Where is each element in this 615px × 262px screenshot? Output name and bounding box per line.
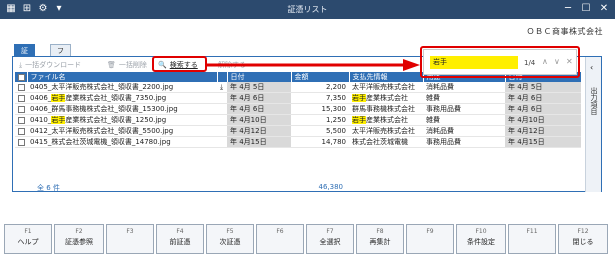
use-cell: 雑費	[423, 114, 505, 126]
trash-icon: 🗑	[107, 61, 116, 69]
table-row[interactable]: 0415_株式会社茨城電機_領収書_14780.jpg 年 4月15日 14,7…	[15, 136, 581, 148]
select-all-checkbox[interactable]	[15, 72, 28, 82]
col-date[interactable]: 日付	[227, 72, 292, 82]
row-checkbox[interactable]	[18, 138, 25, 146]
table-row[interactable]: 0406_群馬事務機株式会社_領収書_15300.jpg 年 4月 6日 15,…	[15, 103, 581, 115]
vendor-cell: 株式会社茨城電機	[349, 136, 423, 148]
f4-prev-voucher-button[interactable]: F4 前証憑	[156, 224, 204, 254]
tab-file-link[interactable]: ファイルリンク	[50, 44, 71, 127]
vendor-cell: 群馬事務機株式会社	[349, 103, 423, 115]
row-checkbox[interactable]	[18, 127, 25, 135]
filename-cell: 0406_岩手産業株式会社_領収書_7350.jpg	[27, 92, 217, 104]
close-icon[interactable]: ✕	[596, 2, 612, 16]
f1-help-button[interactable]: F1 ヘルプ	[4, 224, 52, 254]
f12-close-button[interactable]: F12 閉じる	[558, 224, 608, 254]
date2-cell: 年 4月 6日	[505, 92, 581, 104]
function-key-bar: F1 ヘルプ F2 証憑参照 F3 F4 前証憑 F5 次証憑 F6 F7 全選択 F8 再…	[4, 224, 611, 256]
total-amount: 46,380	[318, 183, 344, 191]
amount-cell: 7,350	[291, 92, 349, 104]
table-row[interactable]: 0406_岩手産業株式会社_領収書_7350.jpg 年 4月 6日 7,350…	[15, 92, 581, 104]
arrow-right-icon	[205, 59, 420, 71]
output-items-panel[interactable]: ‹ 出力項目	[585, 57, 601, 192]
find-prev-icon[interactable]: ∧	[542, 57, 548, 66]
voucher-table: ファイル名 日付 金額 支払先情報 用途 日付 0405_太平洋販売株式会社_領…	[15, 72, 582, 148]
total-count: 全 6 件	[37, 184, 60, 192]
row-checkbox[interactable]	[18, 94, 25, 102]
vendor-cell: 太平洋販売株式会社	[349, 82, 423, 93]
row-checkbox[interactable]	[18, 83, 25, 91]
use-cell: 事務用品費	[423, 103, 505, 115]
bulk-delete-button[interactable]: 🗑 一括削除	[107, 60, 147, 70]
row-checkbox[interactable]	[18, 116, 25, 124]
f7-select-all-button[interactable]: F7 全選択	[306, 224, 354, 254]
download-icon[interactable]: ⤓	[217, 82, 227, 93]
filename-cell: 0415_株式会社茨城電機_領収書_14780.jpg	[27, 136, 217, 148]
maximize-icon[interactable]: ☐	[578, 2, 594, 16]
filename-cell: 0405_太平洋販売株式会社_領収書_2200.jpg	[27, 82, 217, 93]
amount-cell: 14,780	[291, 136, 349, 148]
f3-button[interactable]: F3	[106, 224, 154, 254]
table-row[interactable]: 0410_岩手産業株式会社_領収書_1250.jpg 年 4月10日 1,250…	[15, 114, 581, 126]
row-checkbox[interactable]	[18, 105, 25, 113]
table-row[interactable]: 0412_太平洋販売株式会社_領収書_5500.jpg 年 4月12日 5,50…	[15, 125, 581, 137]
f8-recalc-button[interactable]: F8 再集計	[356, 224, 404, 254]
vendor-cell: 岩手産業株式会社	[349, 114, 423, 126]
use-cell: 消耗品費	[423, 125, 505, 137]
find-bar: 岩手 1/4 ∧ ∨ ✕	[423, 49, 577, 75]
date-cell: 年 4月10日	[227, 114, 291, 126]
f2-voucher-ref-button[interactable]: F2 証憑参照	[54, 224, 104, 254]
f6-button[interactable]: F6	[256, 224, 304, 254]
filename-cell: 0412_太平洋販売株式会社_領収書_5500.jpg	[27, 125, 217, 137]
amount-cell: 2,200	[291, 82, 349, 93]
company-name: ＯＢＣ商事株式会社	[526, 27, 603, 36]
find-match-count: 1/4	[524, 59, 536, 67]
f11-button[interactable]: F11	[508, 224, 556, 254]
amount-cell: 5,500	[291, 125, 349, 137]
f5-next-voucher-button[interactable]: F5 次証憑	[206, 224, 254, 254]
title-bar: ▦ ⊞ ⚙ ▾ 証憑リスト ─ ☐ ✕	[0, 0, 615, 19]
amount-cell: 1,250	[291, 114, 349, 126]
date-cell: 年 4月 6日	[227, 103, 291, 115]
filename-cell: 0410_岩手産業株式会社_領収書_1250.jpg	[27, 114, 217, 126]
date2-cell: 年 4月12日	[505, 125, 581, 137]
date-cell: 年 4月15日	[227, 136, 291, 148]
bulk-download-button[interactable]: ⤓ 一括ダウンロード	[19, 60, 81, 70]
date2-cell: 年 4月 6日	[505, 103, 581, 115]
vendor-cell: 岩手産業株式会社	[349, 92, 423, 104]
table-row[interactable]: 0405_太平洋販売株式会社_領収書_2200.jpg ⤓ 年 4月 5日 2,…	[15, 82, 581, 93]
use-cell: 消耗品費	[423, 82, 505, 93]
chevron-left-icon[interactable]: ‹	[590, 63, 593, 72]
find-input[interactable]: 岩手	[430, 56, 518, 69]
f10-conditions-button[interactable]: F10 条件設定	[456, 224, 506, 254]
date2-cell: 年 4月 5日	[505, 82, 581, 93]
find-next-icon[interactable]: ∨	[554, 57, 560, 66]
minimize-icon[interactable]: ─	[560, 2, 576, 16]
col-filename[interactable]: ファイル名	[27, 72, 218, 82]
filename-cell: 0406_群馬事務機株式会社_領収書_15300.jpg	[27, 103, 217, 115]
date-cell: 年 4月 6日	[227, 92, 291, 104]
date-cell: 年 4月12日	[227, 125, 291, 137]
amount-cell: 15,300	[291, 103, 349, 115]
col-vendor[interactable]: 支払先情報	[349, 72, 424, 82]
use-cell: 事務用品費	[423, 136, 505, 148]
date2-cell: 年 4月15日	[505, 136, 581, 148]
col-spacer	[217, 72, 228, 82]
table-footer: 全 6 件 46,380	[15, 182, 581, 192]
f9-button[interactable]: F9	[406, 224, 454, 254]
date-cell: 年 4月 5日	[227, 82, 291, 93]
col-amount[interactable]: 金額	[291, 72, 350, 82]
download-icon: ⤓	[19, 61, 23, 69]
vendor-cell: 太平洋販売株式会社	[349, 125, 423, 137]
date2-cell: 年 4月10日	[505, 114, 581, 126]
use-cell: 雑費	[423, 92, 505, 104]
find-close-icon[interactable]: ✕	[566, 57, 573, 66]
tab-shohyo[interactable]: 証憑	[14, 44, 35, 67]
search-highlight-box	[152, 56, 207, 72]
output-items-label: 出力項目	[590, 87, 598, 115]
window-title: 証憑リスト	[287, 5, 328, 14]
